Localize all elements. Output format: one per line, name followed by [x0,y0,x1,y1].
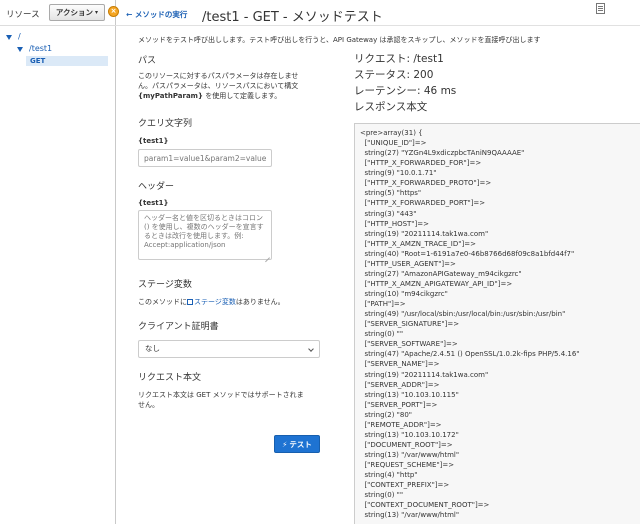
response-latency: レーテンシー: 46 ms [354,85,457,97]
tree-item-label: /test1 [29,44,53,53]
arrow-left-icon: ← [126,10,133,19]
request-body-section-title: リクエスト本文 [138,373,202,383]
path-section-title: パス [138,56,157,66]
client-certificate-value: なし [145,344,160,353]
path-text-line: ん。パスパラメータは、リソースパスにおいて構文 [138,82,299,90]
collapse-icon: × [110,7,117,15]
request-body-line: リクエスト本文は GET メソッドではサポートされま [138,391,304,399]
test-button-label: テスト [289,439,312,449]
tree-item-label: / [18,32,21,41]
caret-down-icon: ▾ [95,9,99,16]
resize-grip-icon[interactable] [264,252,270,258]
page-description: メソッドをテスト呼び出しします。テスト呼び出しを行うと、API Gateway … [138,36,541,44]
stage-vars-suffix: はありません。 [235,298,285,306]
path-param-syntax: {myPathParam} [138,92,203,100]
query-string-input[interactable] [138,149,272,167]
external-link-icon [187,299,193,305]
pane-collapse-handle[interactable]: × [108,6,119,17]
page-title: /test1 - GET - メソッドテスト [202,10,383,25]
path-section-text: このリソースに対するパスパラメータは存在しませ ん。パスパラメータは、リソースパ… [138,71,328,101]
tree-item-get[interactable]: GET [26,56,108,66]
stage-vars-section-title: ステージ変数 [138,280,192,290]
query-section-title: クエリ文字列 [138,119,193,129]
client-certificate-select[interactable]: なし [138,340,320,358]
tree-item-test1[interactable]: /test1 [17,44,52,53]
stage-vars-text: このメソッドに ステージ変数はありません。 [138,297,328,307]
resources-toolbar: リソース アクション ▾ [0,0,116,26]
path-text-line: このリソースに対するパスパラメータは存在しませ [138,72,299,80]
back-link-label: メソッドの実行 [134,10,188,19]
response-request-path: リクエスト: /test1 [354,53,444,65]
headers-section-title: ヘッダー [138,182,175,192]
actions-dropdown-button[interactable]: アクション ▾ [49,4,105,21]
response-body-panel[interactable]: <pre>array(31) { ["UNIQUE_ID"]=> string(… [354,123,640,524]
client-cert-section-title: クライアント証明書 [138,322,219,332]
headers-textarea[interactable] [138,210,272,260]
stage-variables-link[interactable]: ステージ変数 [194,298,236,306]
chevron-down-icon [308,346,314,352]
lightning-icon: ⚡ [282,439,288,449]
request-body-line: せん。 [138,401,159,409]
headers-field-label: {test1} [138,199,169,207]
expand-caret-icon [6,34,12,40]
back-to-method-execution-link[interactable]: ← メソッドの実行 [126,9,187,20]
stage-vars-prefix: このメソッドに [138,298,187,306]
query-field-label: {test1} [138,137,169,145]
tree-item-label: GET [30,57,46,65]
path-text-rest: を使用して定義します。 [202,92,282,100]
request-body-text: リクエスト本文は GET メソッドではサポートされま せん。 [138,390,328,410]
response-body-title: レスポンス本文 [354,101,428,113]
documentation-icon[interactable] [596,3,605,14]
resources-title: リソース [6,10,40,20]
resources-pane: リソース アクション ▾ / /test1 GET [0,0,116,524]
response-status: ステータス: 200 [354,69,434,81]
path-text-line: {myPathParam} を使用して定義します。 [138,91,328,101]
tree-item-root[interactable]: / [6,32,21,41]
test-button[interactable]: ⚡ テスト [274,435,320,453]
actions-label: アクション [55,8,94,17]
page-header: ← メソッドの実行 /test1 - GET - メソッドテスト [116,0,640,26]
response-body-text: <pre>array(31) { ["UNIQUE_ID"]=> string(… [360,129,580,520]
expand-caret-icon [17,46,23,52]
